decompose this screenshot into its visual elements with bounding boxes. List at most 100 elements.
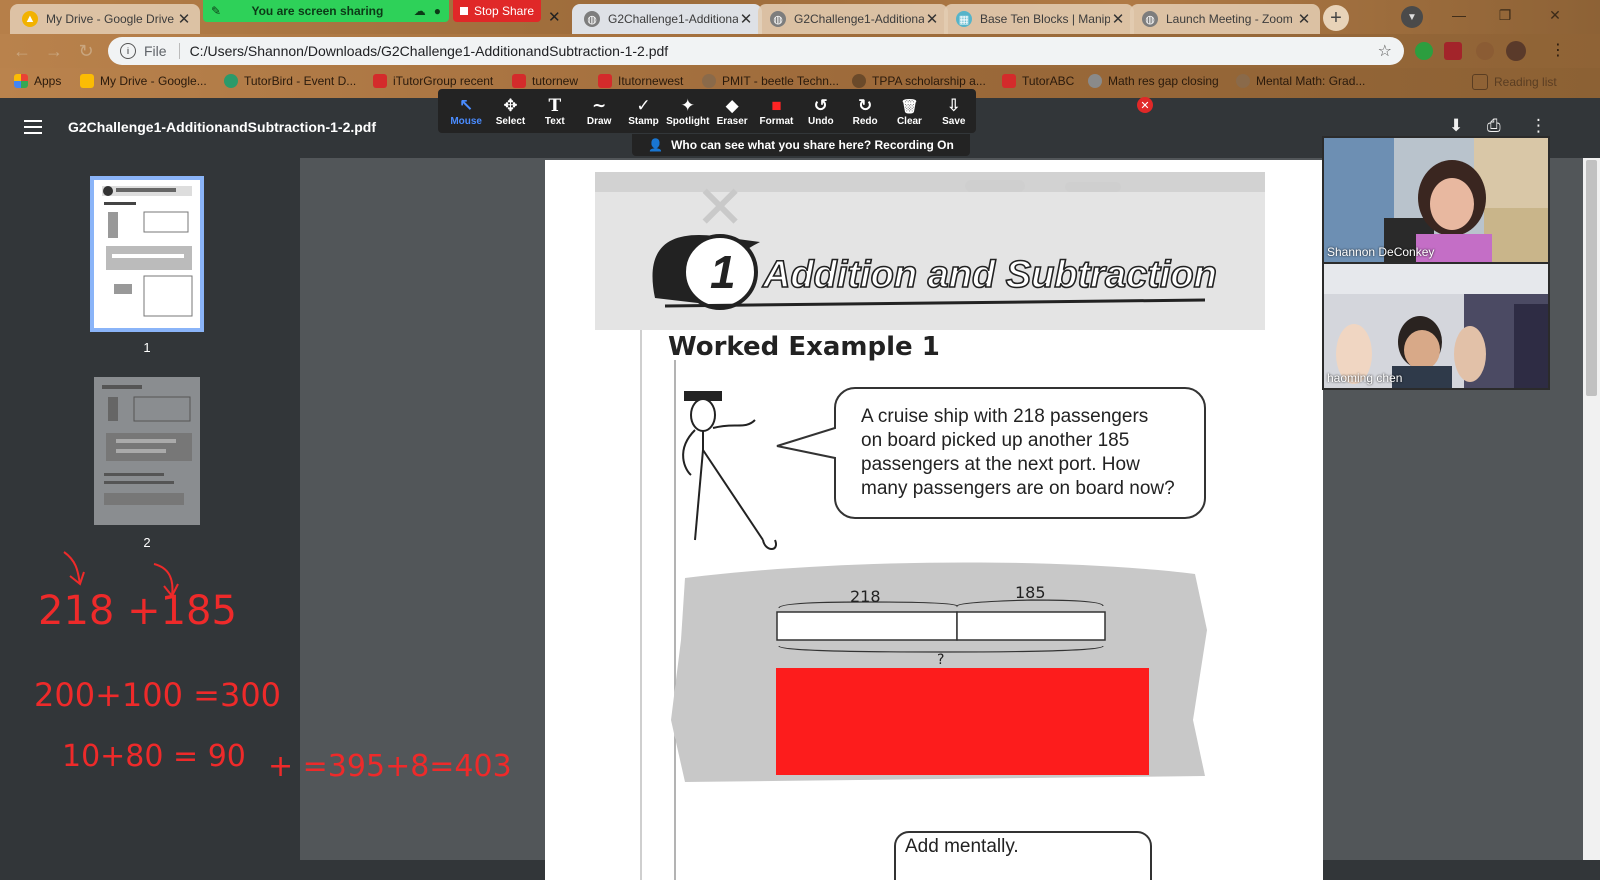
page-thumbnail-2[interactable] — [94, 377, 200, 525]
page-thumbnail-1[interactable] — [90, 176, 204, 332]
tool-text[interactable]: T Text — [533, 96, 577, 127]
select-icon: ✥ — [503, 95, 518, 115]
tool-clear[interactable]: 🗑 Clear — [887, 96, 931, 127]
handwritten-line-4: + =395+8=403 — [268, 749, 512, 784]
stop-share-button[interactable]: Stop Share — [453, 0, 541, 22]
bookmark-mental-math[interactable]: Mental Math: Grad... — [1236, 74, 1365, 88]
forward-icon[interactable]: → — [44, 41, 64, 61]
close-window-button[interactable]: ✕ — [1532, 0, 1578, 30]
chapter-number: 1 — [710, 246, 736, 298]
tool-spotlight[interactable]: ✦ Spotlight — [666, 96, 710, 127]
restore-button[interactable]: ❐ — [1482, 0, 1528, 30]
bookmark-my-drive[interactable]: My Drive - Google... — [80, 74, 207, 88]
globe-icon: ◍ — [1142, 11, 1158, 27]
tool-undo[interactable]: ↺ Undo — [799, 96, 843, 127]
reload-icon[interactable]: ↻ — [76, 41, 96, 61]
handwritten-line-1: 218 +185 — [38, 588, 237, 634]
bookmark-itutorgroup[interactable]: iTutorGroup recent — [373, 74, 493, 88]
bookmark-math-res[interactable]: Math res gap closing — [1088, 74, 1219, 88]
tool-stamp[interactable]: ✓ Stamp — [621, 96, 665, 127]
participant-video-1[interactable]: Shannon DeConkey — [1322, 136, 1550, 264]
evernote-extension-icon[interactable] — [1415, 42, 1433, 60]
zoom-annotation-toolbar: ↖ Mouse ✥ Select T Text ∼ Draw ✓ Stamp ✦ Spotl… — [438, 89, 976, 133]
close-icon[interactable]: ✕ — [1296, 10, 1312, 28]
mouse-icon: ↖ — [459, 95, 474, 115]
close-icon[interactable]: ✕ — [1110, 10, 1126, 28]
reading-list-button[interactable]: Reading list — [1472, 74, 1557, 90]
tool-format[interactable]: ■ Format — [754, 96, 798, 127]
pdf-title: G2Challenge1-AdditionandSubtraction-1-2.… — [68, 119, 377, 135]
info-icon[interactable]: i — [120, 43, 136, 59]
close-annotation-button[interactable]: ✕ — [1137, 97, 1153, 113]
puzzle-extension-icon[interactable] — [1476, 42, 1494, 60]
tab-label: G2Challenge1-AdditionandSubtraction-1-2.… — [608, 12, 738, 26]
ublock-extension-icon[interactable] — [1444, 42, 1462, 60]
section-heading: Worked Example 1 — [668, 332, 940, 362]
bar-segment-218 — [776, 611, 958, 641]
tool-label: Mouse — [450, 115, 482, 127]
bookmark-itutornewest[interactable]: Itutornewest — [598, 74, 683, 88]
tool-draw[interactable]: ∼ Draw — [577, 96, 621, 127]
bookmark-tutorabc[interactable]: TutorABC — [1002, 74, 1074, 88]
bookmark-tutornew[interactable]: tutornew — [512, 74, 578, 88]
blocks-icon: ▦ — [956, 11, 972, 27]
tool-save[interactable]: ⇩ Save — [932, 96, 976, 127]
tool-mouse[interactable]: ↖ Mouse — [444, 96, 488, 127]
bookmark-label: My Drive - Google... — [100, 74, 207, 88]
back-icon[interactable]: ← — [12, 41, 32, 61]
close-icon[interactable]: ✕ — [738, 10, 754, 28]
browser-menu-icon[interactable]: ⋮ — [1550, 40, 1566, 60]
print-icon[interactable]: ⎙ — [1487, 116, 1501, 136]
cloud-icon: ☁ — [413, 4, 426, 18]
download-icon[interactable]: ⬇ — [1449, 116, 1463, 136]
close-icon[interactable]: ✕ — [548, 8, 561, 26]
tab-my-drive[interactable]: ▲ My Drive - Google Drive ✕ — [10, 4, 200, 34]
tab-launch-meeting[interactable]: ◍ Launch Meeting - Zoom ✕ — [1130, 4, 1320, 34]
tab-pdf-active[interactable]: ◍ G2Challenge1-AdditionandSubtraction-1-… — [572, 4, 762, 34]
close-icon[interactable]: ✕ — [176, 10, 192, 28]
page-scrollbar[interactable] — [1583, 158, 1600, 860]
profile-avatar[interactable] — [1506, 41, 1526, 61]
bookmark-tppa[interactable]: TPPA scholarship a... — [852, 74, 986, 88]
bookmark-star-icon[interactable]: ☆ — [1378, 41, 1392, 61]
close-icon[interactable]: ✕ — [924, 10, 940, 28]
bookmark-label: TPPA scholarship a... — [872, 74, 986, 88]
scrollbar-thumb[interactable] — [1586, 160, 1597, 396]
mascot-illustration — [682, 391, 777, 550]
tool-label: Redo — [852, 115, 878, 127]
participant-name: Shannon DeConkey — [1327, 245, 1435, 259]
handwritten-line-3: 10+80 = 90 — [62, 739, 246, 774]
tab-pdf-2[interactable]: ◍ G2Challenge1-AdditionandSubtraction ✕ — [758, 4, 948, 34]
bookmark-apps[interactable]: Apps — [14, 74, 61, 88]
tab-search-button[interactable]: ▼ — [1401, 6, 1423, 28]
stamp-icon: ✓ — [636, 95, 651, 115]
reading-list-label: Reading list — [1494, 75, 1557, 89]
tab-label: Launch Meeting - Zoom — [1166, 12, 1293, 26]
apps-grid-icon — [14, 74, 28, 88]
drive-icon: ▲ — [22, 11, 38, 27]
new-tab-button[interactable]: + — [1323, 5, 1349, 31]
minimize-button[interactable]: — — [1436, 0, 1482, 30]
share-banner-label: You are screen sharing — [251, 4, 384, 18]
tool-eraser[interactable]: ◆ Eraser — [710, 96, 754, 127]
screen-sharing-banner[interactable]: ✎ You are screen sharing ☁ ● — [203, 0, 449, 22]
participant-name: haoming chen — [1327, 371, 1403, 385]
bookmark-pmit[interactable]: PMIT - beetle Techn... — [702, 74, 839, 88]
tool-redo[interactable]: ↻ Redo — [843, 96, 887, 127]
menu-icon[interactable] — [24, 120, 42, 134]
address-url[interactable]: C:/Users/Shannon/Downloads/G2Challenge1-… — [190, 43, 1378, 59]
tool-select[interactable]: ✥ Select — [488, 96, 532, 127]
bookmark-tutorbird[interactable]: TutorBird - Event D... — [224, 74, 356, 88]
itutor-icon — [598, 74, 612, 88]
participant-video-2[interactable]: haoming chen — [1322, 262, 1550, 390]
tab-base-ten-blocks[interactable]: ▦ Base Ten Blocks | Manipulatives ✕ — [944, 4, 1134, 34]
recording-notice[interactable]: 👤 Who can see what you share here? Recor… — [632, 134, 970, 156]
handwritten-line-2: 200+100 =300 — [34, 676, 281, 714]
person-icon: 👤 — [648, 138, 664, 152]
tool-label: Undo — [808, 115, 834, 127]
address-bar[interactable]: i File C:/Users/Shannon/Downloads/G2Chal… — [108, 37, 1404, 65]
tool-label: Spotlight — [666, 115, 710, 127]
bookmark-label: PMIT - beetle Techn... — [722, 74, 839, 88]
participant-image — [1324, 264, 1548, 388]
more-options-icon[interactable]: ⋮ — [1530, 116, 1547, 136]
